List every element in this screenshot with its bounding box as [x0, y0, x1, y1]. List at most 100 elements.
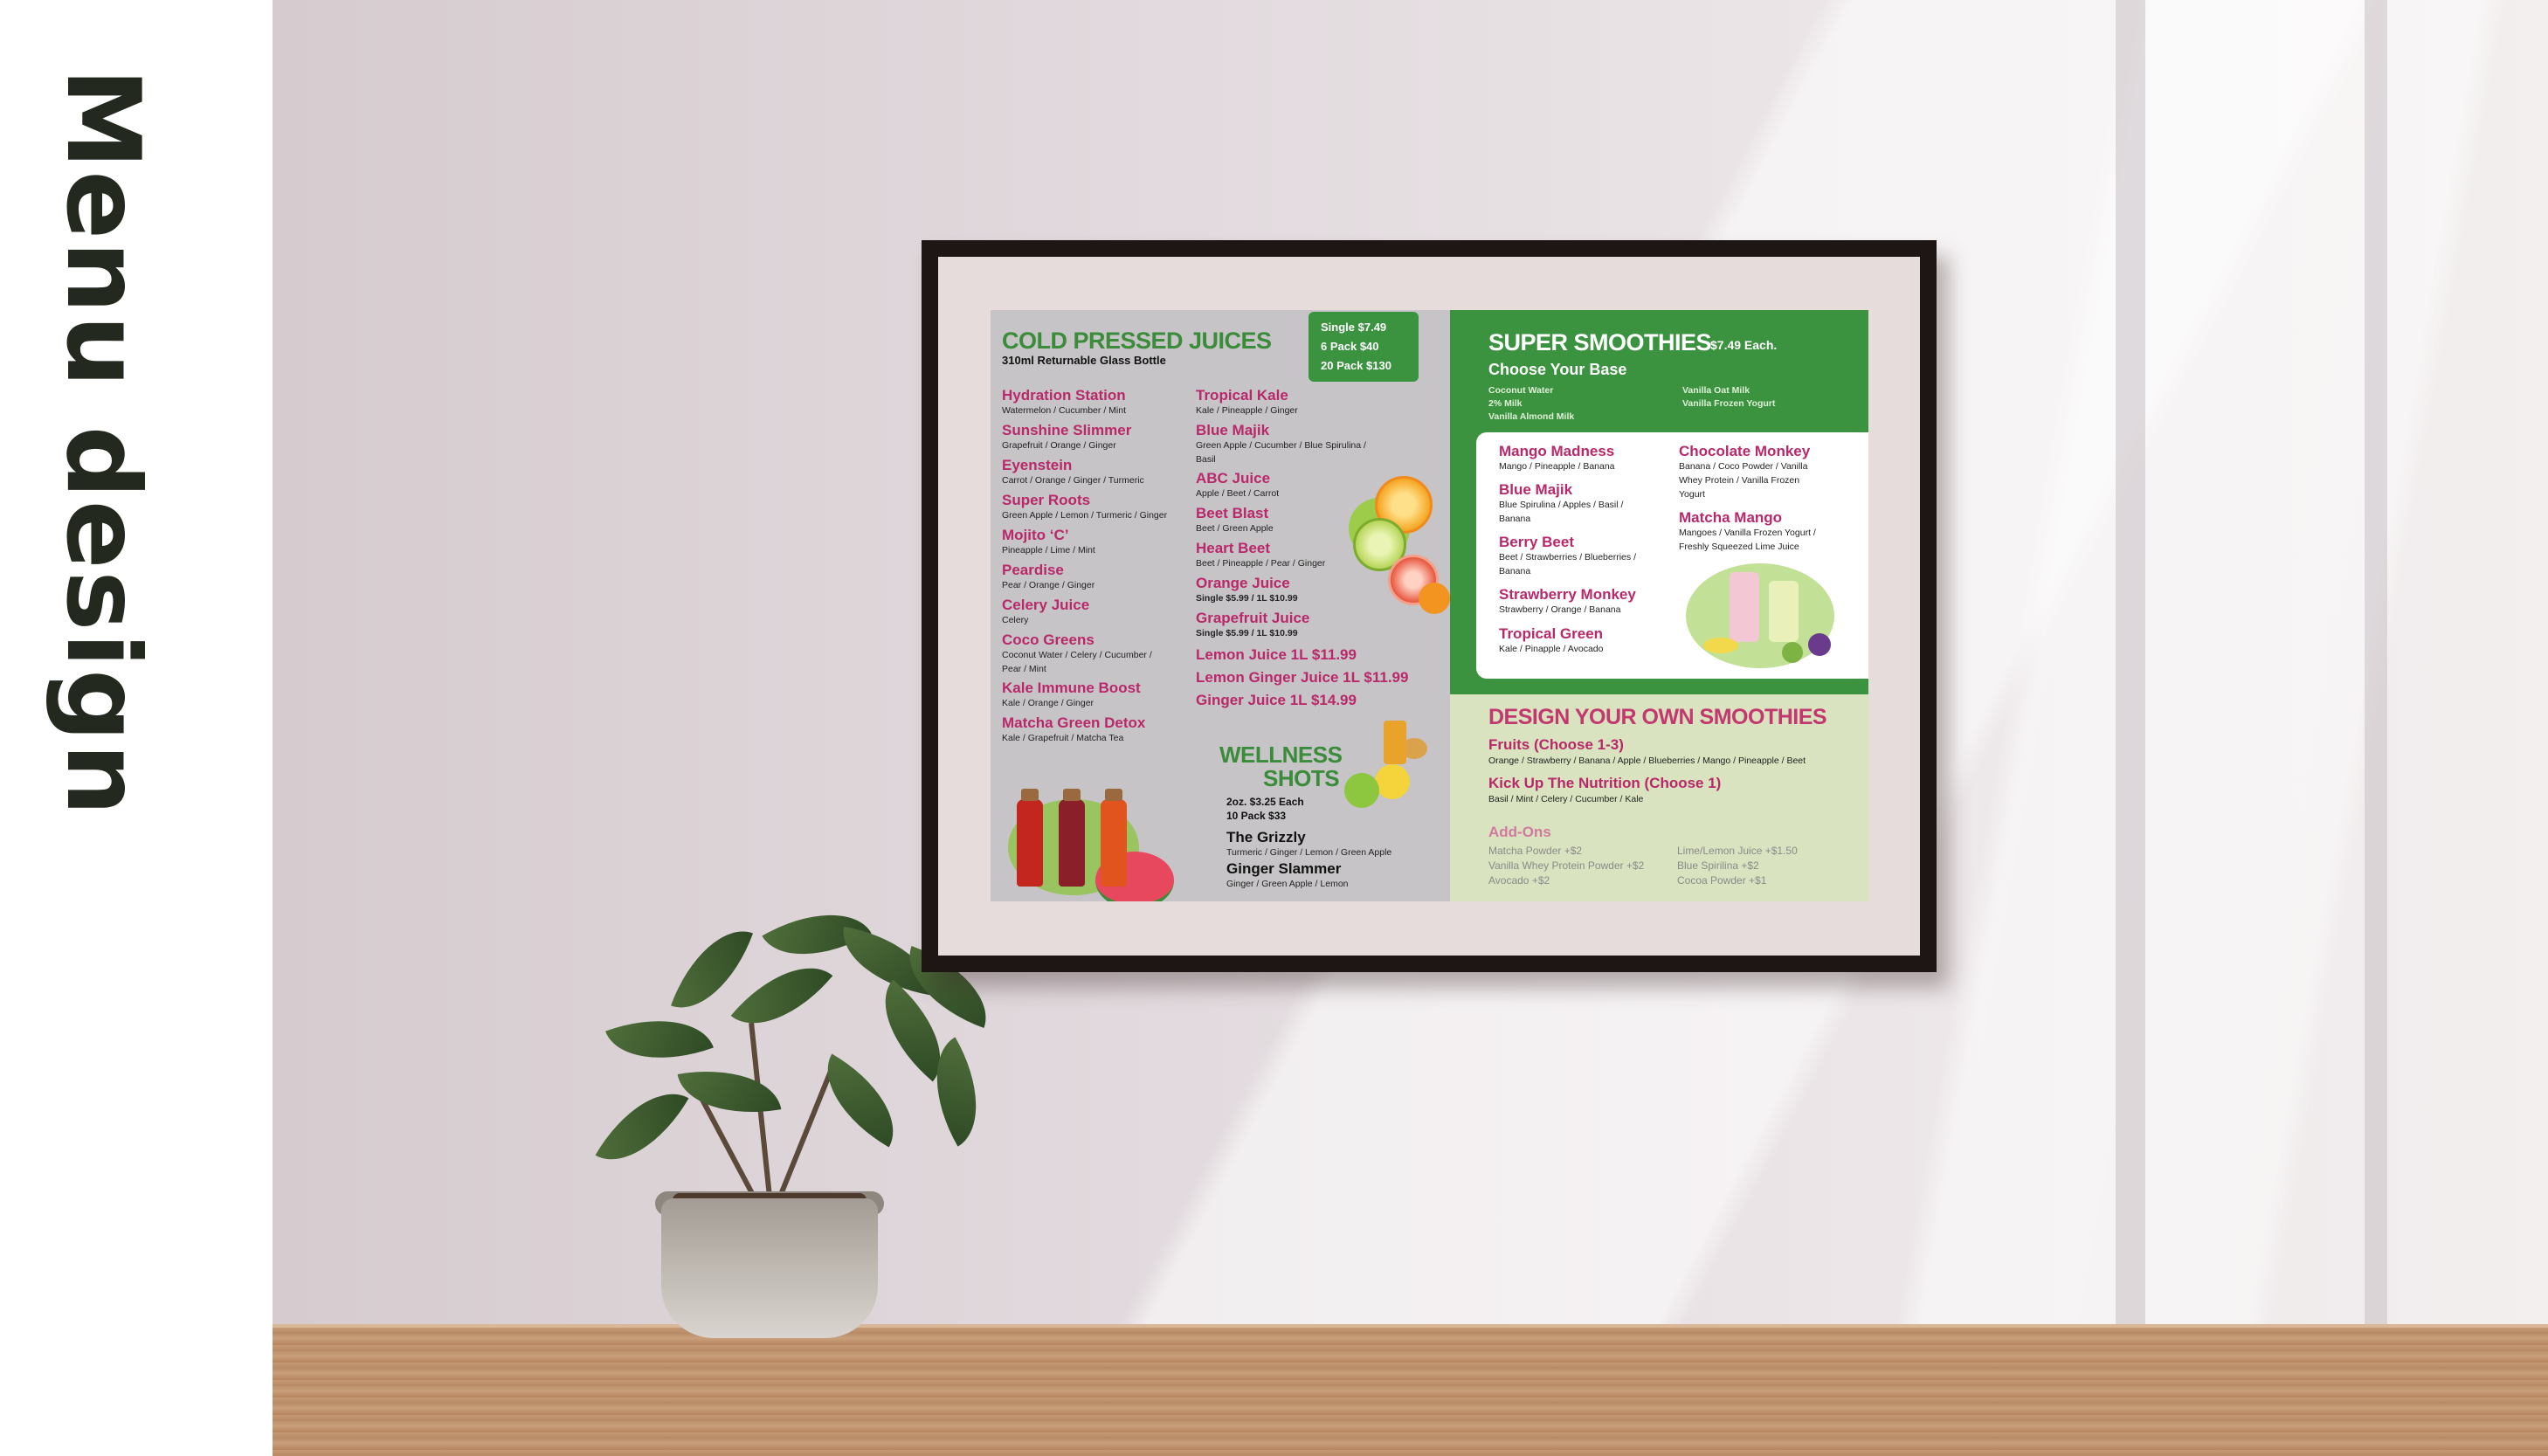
wellness-title: SHOTS [1263, 765, 1340, 791]
juice-desc: Carrot / Orange / Ginger / Turmeric [1002, 475, 1144, 486]
juice-desc: Beet / Green Apple [1196, 523, 1274, 534]
juice-name: Tropical Kale [1196, 387, 1288, 404]
addon-item: Blue Spirilina +$2 [1677, 859, 1759, 872]
diy-kick: Basil / Mint / Celery / Cucumber / Kale [1488, 794, 1644, 804]
smoothie-card: Mango Madness Mango / Pineapple / Banana… [1476, 432, 1868, 679]
side-title: Menu design [44, 68, 175, 818]
cold-subtitle: 310ml Returnable Glass Bottle [1002, 354, 1166, 367]
addon-item: Cocoa Powder +$1 [1677, 874, 1767, 887]
addon-item: Avocado +$2 [1488, 874, 1550, 887]
price-box: Single $7.49 6 Pack $40 20 Pack $130 [1309, 312, 1419, 382]
smoothies-title: SUPER SMOOTHIES [1488, 329, 1712, 355]
smoothie-name: Blue Majik [1499, 481, 1573, 498]
juice-name: Kale Immune Boost [1002, 680, 1141, 696]
juice-desc: Single $5.99 / 1L $10.99 [1196, 593, 1298, 604]
smoothie-name: Chocolate Monkey [1679, 443, 1811, 459]
juice-name: Beet Blast [1196, 505, 1269, 521]
juice-desc: Beet / Pineapple / Pear / Ginger [1196, 558, 1326, 569]
price-line: Single $7.49 [1321, 321, 1387, 334]
smoothie-desc: Freshly Squeezed Lime Juice [1679, 542, 1799, 552]
smoothie-desc: Kale / Pinapple / Avocado [1499, 644, 1604, 654]
liter-juice: Ginger Juice 1L $14.99 [1196, 692, 1357, 708]
juice-name: Mojito ‘C’ [1002, 527, 1069, 543]
smoothie-desc: Whey Protein / Vanilla Frozen [1679, 475, 1800, 486]
juice-name: Heart Beet [1196, 540, 1271, 556]
side-title-text: Menu design [44, 68, 162, 818]
juice-desc: Apple / Beet / Carrot [1196, 488, 1280, 499]
juice-name: ABC Juice [1196, 470, 1271, 486]
smoothie-name: Strawberry Monkey [1499, 586, 1636, 603]
juice-name: Super Roots [1002, 492, 1091, 508]
diy-title: DESIGN YOUR OWN SMOOTHIES [1488, 705, 1827, 729]
juice-desc: Coconut Water / Celery / Cucumber / [1002, 650, 1152, 660]
juice-desc: Pineapple / Lime / Mint [1002, 545, 1095, 555]
smoothies-header-bg: SUPER SMOOTHIES $7.49 Each. Choose Your … [1450, 310, 1868, 694]
window-shadow-bar [2116, 0, 2145, 1328]
juice-desc: Pear / Orange / Ginger [1002, 580, 1095, 590]
smoothie-name: Tropical Green [1499, 625, 1604, 642]
smoothie-desc: Banana [1499, 566, 1531, 576]
juice-bottle-icon [1017, 789, 1043, 887]
addon-item: Vanilla Whey Protein Powder +$2 [1488, 859, 1645, 872]
apple-icon [1344, 773, 1379, 808]
base-label: Choose Your Base [1488, 361, 1627, 378]
addon-item: Lime/Lemon Juice +$1.50 [1677, 845, 1798, 857]
diy-fruits-label: Fruits (Choose 1-3) [1488, 736, 1624, 753]
juice-desc: Kale / Grapefruit / Matcha Tea [1002, 733, 1124, 743]
base-option: Vanilla Frozen Yogurt [1682, 398, 1776, 409]
diy-fruits: Orange / Strawberry / Banana / Apple / B… [1488, 756, 1806, 766]
price-line: 6 Pack $40 [1321, 340, 1379, 353]
base-option: Coconut Water [1488, 385, 1554, 396]
juice-desc: Kale / Pineapple / Ginger [1196, 405, 1298, 416]
smoothie-glass-icon [1730, 572, 1759, 642]
base-option: Vanilla Oat Milk [1682, 385, 1750, 396]
orange-icon [1419, 583, 1450, 614]
base-option: 2% Milk [1488, 398, 1523, 409]
smoothie-desc: Banana [1499, 514, 1531, 524]
banana-icon [1703, 638, 1738, 653]
liter-juice: Lemon Juice 1L $11.99 [1196, 646, 1357, 663]
juice-name: Orange Juice [1196, 575, 1290, 591]
juice-desc: Grapefruit / Orange / Ginger [1002, 440, 1116, 451]
shot-desc: Ginger / Green Apple / Lemon [1226, 879, 1349, 889]
kiwi-icon [1782, 642, 1803, 663]
wellness-price: 2oz. $3.25 Each [1226, 796, 1304, 808]
juice-bottle-icon [1059, 789, 1085, 887]
juice-bottle-icon [1101, 789, 1127, 887]
shot-name: The Grizzly [1226, 829, 1306, 845]
price-line: 20 Pack $130 [1321, 359, 1391, 372]
smoothie-name: Matcha Mango [1679, 509, 1783, 526]
juice-name: Celery Juice [1002, 597, 1090, 613]
smoothie-desc: Yogurt [1679, 489, 1705, 500]
smoothie-name: Mango Madness [1499, 443, 1615, 459]
cold-title: COLD PRESSED JUICES [1002, 328, 1272, 354]
smoothie-glass-icon [1769, 581, 1799, 642]
juice-desc: Single $5.99 / 1L $10.99 [1196, 628, 1298, 638]
juice-name: Blue Majik [1196, 422, 1270, 438]
lemon-icon [1375, 764, 1410, 799]
diy-addons-label: Add-Ons [1488, 824, 1551, 840]
juice-desc: Watermelon / Cucumber / Mint [1002, 405, 1126, 416]
smoothie-desc: Mangoes / Vanilla Frozen Yogurt / [1679, 528, 1816, 538]
wellness-price: 10 Pack $33 [1226, 810, 1287, 822]
menu-board: COLD PRESSED JUICES 310ml Returnable Gla… [991, 310, 1868, 901]
smoothie-name: Berry Beet [1499, 534, 1574, 550]
juice-name: Matcha Green Detox [1002, 714, 1146, 731]
juice-desc: Green Apple / Cucumber / Blue Spirulina … [1196, 440, 1366, 451]
berries-icon [1808, 633, 1831, 656]
juice-desc: Kale / Orange / Ginger [1002, 698, 1094, 708]
window-shadow-bar [2365, 0, 2387, 1328]
smoothies-price: $7.49 Each. [1710, 338, 1778, 352]
juice-name: Peardise [1002, 562, 1064, 578]
side-panel: Menu design [0, 0, 273, 1456]
shot-glass-icon [1384, 721, 1406, 764]
juice-name: Coco Greens [1002, 631, 1094, 648]
smoothie-desc: Banana / Coco Powder / Vanilla [1679, 461, 1808, 472]
smoothie-desc: Beet / Strawberries / Blueberries / [1499, 552, 1636, 562]
smoothies-section: SUPER SMOOTHIES $7.49 Each. Choose Your … [1450, 310, 1868, 901]
juice-name: Grapefruit Juice [1196, 610, 1310, 626]
base-option: Vanilla Almond Milk [1488, 411, 1575, 422]
addon-item: Matcha Powder +$2 [1488, 845, 1583, 857]
shot-name: Ginger Slammer [1226, 860, 1342, 877]
juice-name: Sunshine Slimmer [1002, 422, 1132, 438]
